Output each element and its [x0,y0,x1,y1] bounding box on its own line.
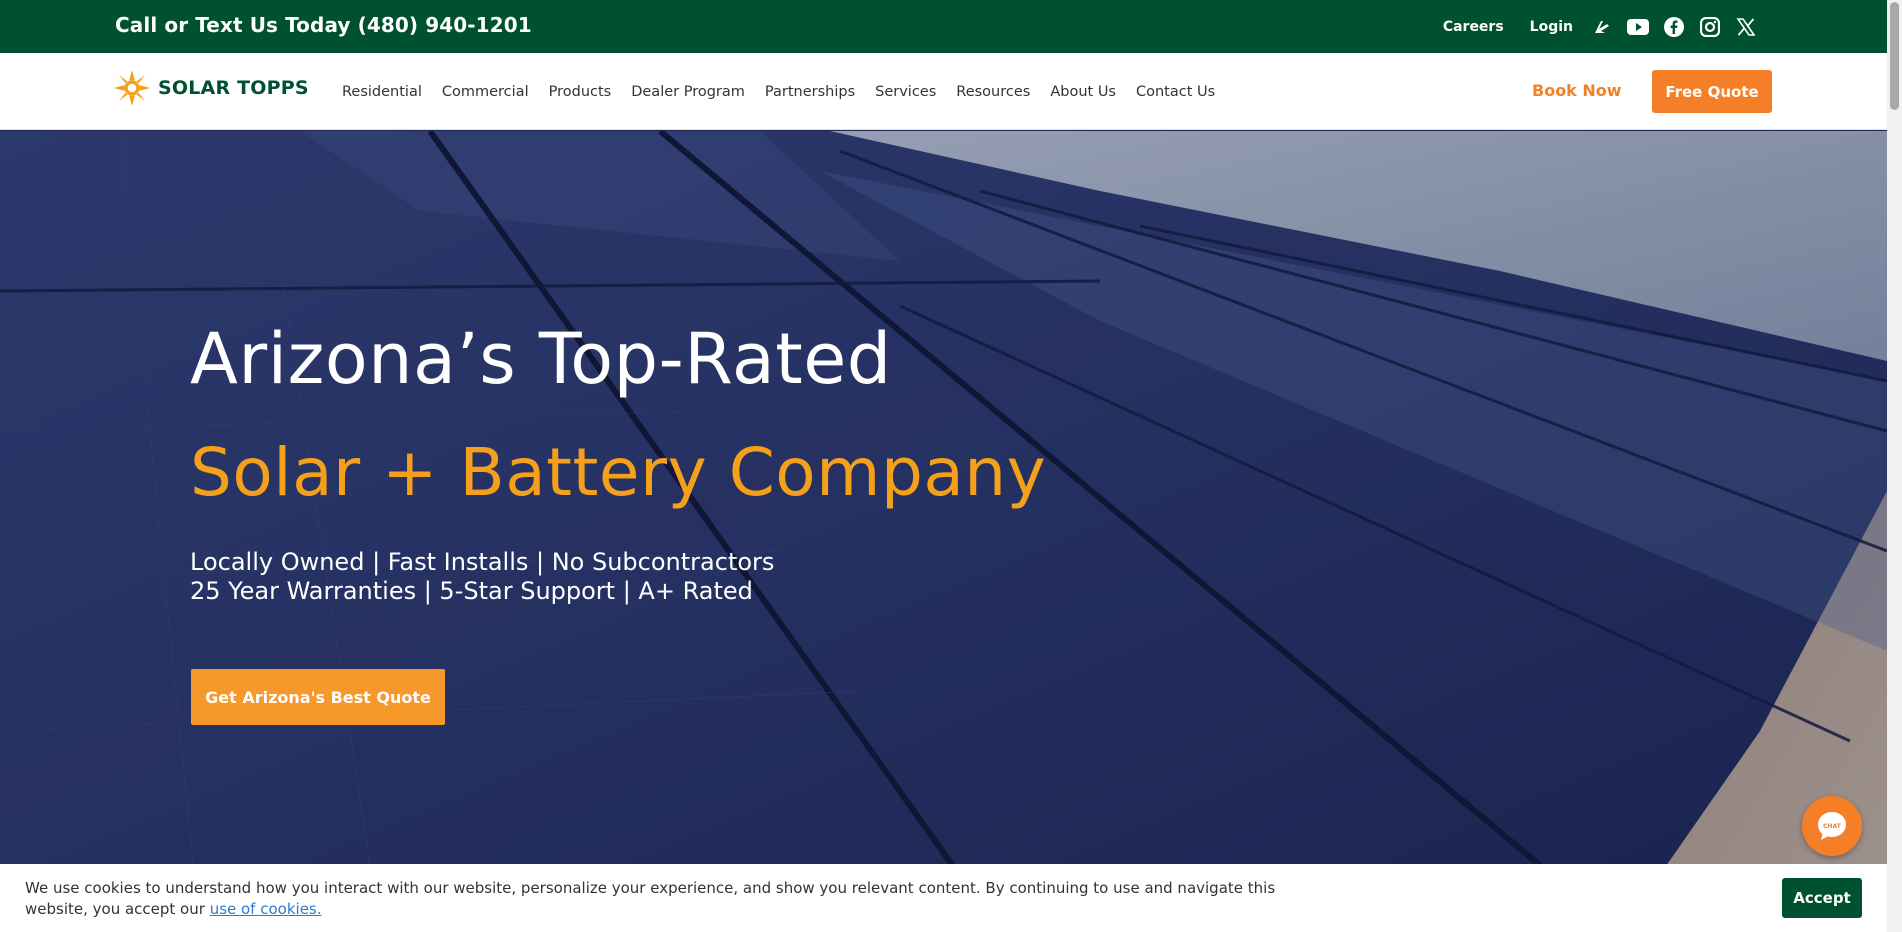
book-now-link[interactable]: Book Now [1532,81,1622,100]
logo[interactable]: SOLAR TOPPS [113,69,309,107]
nav-item-dealer-program[interactable]: Dealer Program [631,84,745,100]
free-quote-button[interactable]: Free Quote [1652,70,1772,113]
instagram-icon[interactable] [1699,16,1721,38]
careers-link[interactable]: Careers [1443,19,1504,35]
top-links: Careers Login [1443,0,1757,53]
get-quote-button[interactable]: Get Arizona's Best Quote [191,669,445,725]
hero-tagline-line-2: 25 Year Warranties | 5-Star Support | A+… [190,577,753,605]
main-nav: SOLAR TOPPS Residential Commercial Produ… [0,53,1887,130]
hero-tagline-line-1: Locally Owned | Fast Installs | No Subco… [190,548,775,576]
sun-logo-icon [113,69,151,107]
chat-label: CHAT [1823,822,1841,830]
cookie-policy-link[interactable]: use of cookies. [210,900,322,918]
cookie-banner: We use cookies to understand how you int… [0,864,1887,932]
phone-cta[interactable]: Call or Text Us Today (480) 940-1201 [115,13,532,37]
scrollbar[interactable] [1887,0,1902,932]
logo-text: SOLAR TOPPS [158,77,309,99]
nav-item-commercial[interactable]: Commercial [442,84,529,100]
nextdoor-icon[interactable] [1591,16,1613,38]
solar-panel-background [0,131,1887,932]
login-link[interactable]: Login [1530,19,1573,35]
cookie-text: We use cookies to understand how you int… [25,878,1335,920]
hero-subtitle: Solar + Battery Company [190,434,1047,511]
nav-item-services[interactable]: Services [875,84,936,100]
scrollbar-thumb[interactable] [1890,2,1899,110]
nav-item-contact-us[interactable]: Contact Us [1136,84,1215,100]
hero-tagline: Locally Owned | Fast Installs | No Subco… [190,548,774,606]
facebook-icon[interactable] [1663,16,1685,38]
top-bar: Call or Text Us Today (480) 940-1201 Car… [0,0,1887,53]
hero-title: Arizona’s Top-Rated [190,318,892,400]
nav-item-about-us[interactable]: About Us [1050,84,1116,100]
chat-button[interactable]: CHAT [1802,796,1862,856]
nav-item-resources[interactable]: Resources [956,84,1030,100]
youtube-icon[interactable] [1627,16,1649,38]
nav-item-products[interactable]: Products [549,84,612,100]
nav-menu: Residential Commercial Products Dealer P… [342,53,1215,130]
nav-item-residential[interactable]: Residential [342,84,422,100]
hero-section: Arizona’s Top-Rated Solar + Battery Comp… [0,131,1887,932]
x-icon[interactable] [1735,16,1757,38]
accept-cookies-button[interactable]: Accept [1782,878,1862,918]
nav-item-partnerships[interactable]: Partnerships [765,84,855,100]
